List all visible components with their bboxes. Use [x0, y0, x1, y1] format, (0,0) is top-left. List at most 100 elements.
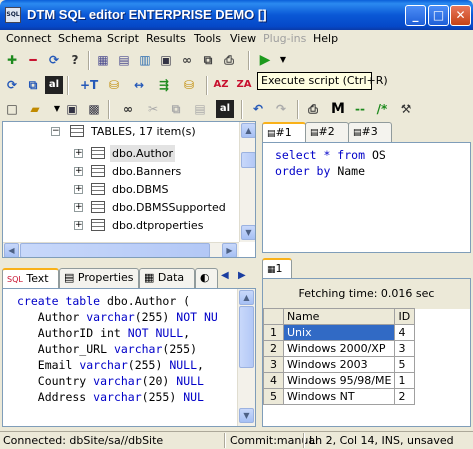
ddl-line[interactable]: create table dbo.Author (: [17, 293, 190, 309]
tabs-scroll-left-icon[interactable]: ◀: [221, 270, 229, 281]
tree-item-author[interactable]: dbo.Author: [110, 145, 176, 162]
tree-hscrollbar[interactable]: ◀ ▶: [3, 242, 239, 257]
ddl-text[interactable]: create table dbo.Author ( Author varchar…: [17, 293, 237, 425]
maximize-button[interactable]: □: [428, 5, 449, 26]
expand-icon[interactable]: +: [74, 149, 83, 158]
ddl-line[interactable]: Author varchar(255) NOT NU: [17, 309, 218, 325]
scroll-left-icon[interactable]: ◀: [4, 243, 19, 257]
table-row[interactable]: 1 Unix 4: [263, 324, 416, 341]
menu-plugins[interactable]: Plug-ins: [263, 32, 306, 45]
table-icon[interactable]: ▦: [94, 51, 112, 69]
binoculars-icon[interactable]: ∞: [178, 51, 196, 69]
scroll-up-icon[interactable]: ▲: [239, 290, 254, 305]
execute-script-icon[interactable]: ▶: [256, 51, 274, 69]
tree-item-dtproperties[interactable]: dbo.dtproperties: [112, 217, 203, 234]
table-row[interactable]: 2 Windows 2000/XP 3: [263, 340, 416, 357]
menu-results[interactable]: Results: [146, 32, 186, 45]
comment-block-icon[interactable]: /*: [373, 100, 391, 118]
sort-az-icon[interactable]: AZ: [212, 76, 230, 94]
tree-root-tables[interactable]: TABLES, 17 item(s): [91, 123, 196, 140]
tree-item-banners[interactable]: dbo.Banners: [112, 163, 181, 180]
tab-text[interactable]: SQL Text: [2, 268, 59, 288]
tab-query-1[interactable]: ▤#1: [262, 122, 306, 142]
tab-query-2[interactable]: ▤#2: [305, 122, 349, 142]
copy-text-icon[interactable]: ⧉: [167, 100, 185, 118]
find-text-icon[interactable]: ∞: [119, 100, 137, 118]
ddl-line[interactable]: Author_URL varchar(255): [17, 341, 197, 357]
tab-properties[interactable]: ▤ Properties: [59, 268, 139, 288]
execute-dropdown-icon[interactable]: ▼: [274, 51, 292, 69]
print-icon[interactable]: ⎙: [220, 51, 238, 69]
copy-icon[interactable]: ⧉: [24, 76, 42, 94]
menu-script[interactable]: Script: [107, 32, 139, 45]
minimize-button[interactable]: _: [405, 5, 426, 26]
table-row[interactable]: 4 Windows 95/98/ME 1: [263, 372, 416, 389]
view-icon[interactable]: ▥: [136, 51, 154, 69]
save-file-icon[interactable]: ▣: [63, 100, 81, 118]
scroll-down-icon[interactable]: ▼: [239, 408, 254, 423]
refresh-schema-icon[interactable]: ⟳: [3, 76, 21, 94]
ddl-line[interactable]: Email varchar(255) NULL,: [17, 357, 204, 373]
cut-icon[interactable]: ✂: [144, 100, 162, 118]
scroll-thumb[interactable]: [241, 152, 255, 168]
save-icon[interactable]: ▣: [157, 51, 175, 69]
options-icon[interactable]: ⚒: [397, 100, 415, 118]
menu-help[interactable]: Help: [313, 32, 338, 45]
expand-icon[interactable]: +: [74, 221, 83, 230]
tabs-scroll-right-icon[interactable]: ▶: [238, 270, 246, 281]
copy-table-icon[interactable]: ▤: [115, 51, 133, 69]
link-icon[interactable]: ↔: [130, 76, 148, 94]
tree-vscrollbar[interactable]: ▲ ▼: [239, 122, 255, 242]
save-all-icon[interactable]: ▩: [85, 100, 103, 118]
table-row[interactable]: 3 Windows 2003 5: [263, 356, 416, 373]
scroll-down-icon[interactable]: ▼: [241, 225, 255, 240]
tree-item-dbmssupported[interactable]: dbo.DBMSSupported: [112, 199, 226, 216]
import-icon[interactable]: ⛁: [180, 76, 198, 94]
query-line[interactable]: order by Name: [275, 163, 365, 179]
tab-result-1[interactable]: ▦1: [262, 258, 292, 278]
alias-icon[interactable]: al: [45, 76, 63, 94]
compare-icon[interactable]: ⧉: [199, 51, 217, 69]
table-row[interactable]: 5 Windows NT 2: [263, 388, 416, 405]
paste-icon[interactable]: ▤: [191, 100, 209, 118]
comment-line-icon[interactable]: --: [351, 100, 369, 118]
column-header-name[interactable]: Name: [282, 308, 396, 325]
database-icon[interactable]: ⛁: [105, 76, 123, 94]
menu-view[interactable]: View: [230, 32, 256, 45]
export-icon[interactable]: ⇶: [155, 76, 173, 94]
sql-editor[interactable]: select * from OS order by Name: [262, 142, 471, 253]
menu-tools[interactable]: Tools: [194, 32, 221, 45]
refresh-icon[interactable]: ⟳: [45, 51, 63, 69]
scroll-up-icon[interactable]: ▲: [241, 123, 255, 138]
sort-za-icon[interactable]: ZA: [235, 76, 253, 94]
menu-connect[interactable]: Connect: [6, 32, 51, 45]
ddl-line[interactable]: Country varchar(20) NULL: [17, 373, 204, 389]
expand-icon[interactable]: +: [74, 185, 83, 194]
macro-icon[interactable]: M: [329, 100, 347, 118]
new-file-icon[interactable]: □: [3, 100, 21, 118]
column-header-id[interactable]: ID: [394, 308, 416, 325]
tree-item-dbms[interactable]: dbo.DBMS: [112, 181, 169, 198]
tab-data[interactable]: ▦ Data: [139, 268, 195, 288]
hscroll-thumb[interactable]: [20, 243, 210, 257]
ddl-line[interactable]: Address varchar(255) NUL: [17, 389, 204, 405]
menu-schema[interactable]: Schema: [58, 32, 102, 45]
print-sql-icon[interactable]: ⎙: [304, 100, 322, 118]
add-icon[interactable]: ✚: [3, 51, 21, 69]
tab-query-3[interactable]: ▤#3: [348, 122, 392, 142]
ddl-text-panel[interactable]: create table dbo.Author ( Author varchar…: [2, 288, 256, 427]
ddl-vscrollbar[interactable]: ▲ ▼: [237, 289, 255, 426]
undo-icon[interactable]: ↶: [249, 100, 267, 118]
schema-tree[interactable]: − TABLES, 17 item(s) + dbo.Author + dbo.…: [2, 121, 256, 258]
close-button[interactable]: ✕: [450, 5, 471, 26]
scroll-thumb[interactable]: [239, 306, 254, 368]
tab-dependencies[interactable]: ◐: [195, 268, 218, 288]
results-grid[interactable]: Name ID 1 Unix 4 2 Windows 2000/XP 3 3 W…: [263, 308, 416, 405]
collapse-icon[interactable]: −: [51, 127, 60, 136]
remove-icon[interactable]: ━: [24, 51, 42, 69]
expand-icon[interactable]: +: [74, 167, 83, 176]
open-folder-icon[interactable]: ▰: [26, 100, 44, 118]
scroll-right-icon[interactable]: ▶: [222, 243, 237, 257]
expand-icon[interactable]: +: [74, 203, 83, 212]
query-line[interactable]: select * from OS: [275, 147, 386, 163]
